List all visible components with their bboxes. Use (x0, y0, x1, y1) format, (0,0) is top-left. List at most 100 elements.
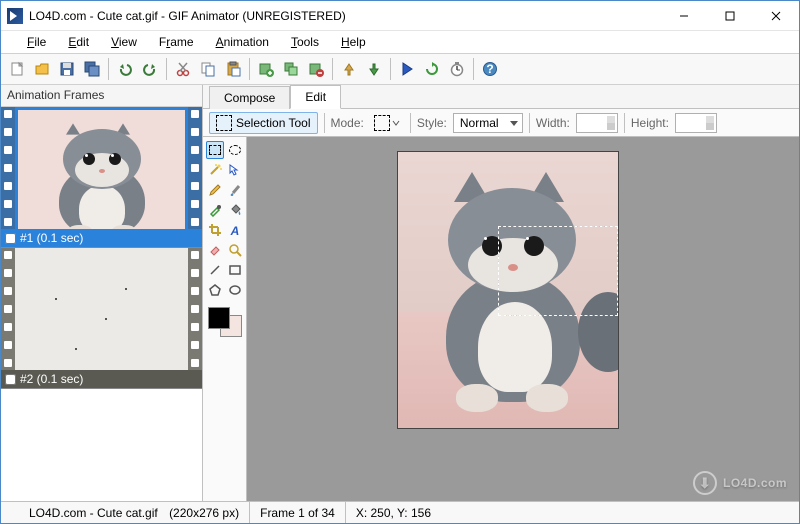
width-label: Width: (536, 116, 570, 130)
selection-tool-button[interactable]: Selection Tool (209, 112, 318, 134)
open-icon[interactable] (30, 57, 54, 81)
move-up-icon[interactable] (337, 57, 361, 81)
foreground-color[interactable] (208, 307, 230, 329)
add-frame-icon[interactable] (254, 57, 278, 81)
menu-view[interactable]: View (103, 33, 145, 51)
color-swatch[interactable] (208, 307, 242, 337)
titlebar: LO4D.com - Cute cat.gif - GIF Animator (… (1, 1, 799, 31)
svg-text:?: ? (486, 62, 493, 76)
filmstrip-icon (188, 248, 202, 388)
tool-options-bar: Selection Tool Mode: Style: Normal Width… (203, 109, 799, 137)
download-icon: ⬇ (693, 471, 717, 495)
maximize-button[interactable] (707, 1, 753, 30)
move-tool[interactable] (226, 161, 244, 179)
brush-tool[interactable] (226, 181, 244, 199)
app-window: LO4D.com - Cute cat.gif - GIF Animator (… (0, 0, 800, 524)
canvas-image[interactable] (397, 151, 619, 429)
frames-panel-header: Animation Frames (1, 85, 202, 107)
crop-tool[interactable] (206, 221, 224, 239)
frames-list[interactable]: #1 (0.1 sec) (1, 107, 202, 501)
redo-icon[interactable] (138, 57, 162, 81)
frame-thumbnail-1[interactable]: #1 (0.1 sec) (1, 107, 202, 248)
statusbar: LO4D.com - Cute cat.gif (220x276 px) Fra… (1, 501, 799, 523)
magic-wand-tool[interactable] (206, 161, 224, 179)
watermark: ⬇ LO4D.com (693, 471, 787, 495)
frame-image (15, 107, 188, 247)
status-frame: Frame 1 of 34 (250, 502, 346, 523)
copy-icon[interactable] (196, 57, 220, 81)
delete-frame-icon[interactable] (304, 57, 328, 81)
pencil-tool[interactable] (206, 181, 224, 199)
main-toolbar: ? (1, 53, 799, 85)
frame-image (15, 248, 188, 388)
app-icon (11, 506, 25, 520)
duplicate-frame-icon[interactable] (279, 57, 303, 81)
width-input[interactable] (576, 113, 618, 133)
timing-icon[interactable] (445, 57, 469, 81)
menu-tools[interactable]: Tools (283, 33, 327, 51)
menubar: File Edit View Frame Animation Tools Hel… (1, 31, 799, 53)
polygon-tool[interactable] (206, 281, 224, 299)
eyedropper-tool[interactable] (206, 201, 224, 219)
frame-label: #2 (0.1 sec) (1, 370, 202, 388)
mode-replace-icon (374, 115, 390, 131)
frames-panel: Animation Frames (1, 85, 203, 501)
editor-tabs: Compose Edit (203, 85, 799, 109)
save-icon[interactable] (55, 57, 79, 81)
frame-label-text: #1 (0.1 sec) (20, 231, 83, 245)
frame-label-text: #2 (0.1 sec) (20, 372, 83, 386)
paste-icon[interactable] (221, 57, 245, 81)
minimize-button[interactable] (661, 1, 707, 30)
line-tool[interactable] (206, 261, 224, 279)
menu-animation[interactable]: Animation (208, 33, 277, 51)
select-ellipse-tool[interactable] (226, 141, 244, 159)
new-icon[interactable] (5, 57, 29, 81)
frame-checkbox[interactable] (5, 233, 16, 244)
frame-thumbnail-2[interactable]: #2 (0.1 sec) (1, 248, 202, 389)
frame-checkbox[interactable] (5, 374, 16, 385)
zoom-tool[interactable] (226, 241, 244, 259)
status-file: LO4D.com - Cute cat.gif (220x276 px) (1, 502, 250, 523)
help-icon[interactable]: ? (478, 57, 502, 81)
ellipse-shape-tool[interactable] (226, 281, 244, 299)
menu-frame[interactable]: Frame (151, 33, 202, 51)
height-input[interactable] (675, 113, 717, 133)
cut-icon[interactable] (171, 57, 195, 81)
filmstrip-icon (1, 107, 15, 247)
selection-tool-label: Selection Tool (236, 116, 311, 130)
height-label: Height: (631, 116, 669, 130)
filmstrip-icon (188, 107, 202, 247)
undo-icon[interactable] (113, 57, 137, 81)
text-tool[interactable]: A (226, 221, 244, 239)
rect-shape-tool[interactable] (226, 261, 244, 279)
tab-edit[interactable]: Edit (290, 85, 341, 109)
move-down-icon[interactable] (362, 57, 386, 81)
tab-compose[interactable]: Compose (209, 86, 290, 109)
style-dropdown[interactable]: Normal (453, 113, 523, 133)
canvas[interactable]: ⬇ LO4D.com (247, 137, 799, 501)
editor-panel: Compose Edit Selection Tool Mode: Style:… (203, 85, 799, 501)
menu-help[interactable]: Help (333, 33, 374, 51)
filmstrip-icon (1, 248, 15, 388)
menu-file[interactable]: File (19, 33, 54, 51)
close-button[interactable] (753, 1, 799, 30)
menu-edit[interactable]: Edit (60, 33, 97, 51)
play-icon[interactable] (395, 57, 419, 81)
mode-label: Mode: (331, 116, 364, 130)
svg-text:A: A (229, 224, 239, 237)
select-rect-icon (216, 115, 232, 131)
loop-icon[interactable] (420, 57, 444, 81)
window-title: LO4D.com - Cute cat.gif - GIF Animator (… (29, 9, 661, 23)
eraser-tool[interactable] (206, 241, 224, 259)
chevron-down-icon (392, 119, 400, 127)
bucket-tool[interactable] (226, 201, 244, 219)
app-icon (7, 8, 23, 24)
toolbox: A (203, 137, 247, 501)
selection-marquee[interactable] (498, 226, 618, 316)
status-coords: X: 250, Y: 156 (346, 502, 441, 523)
frame-label: #1 (0.1 sec) (1, 229, 202, 247)
save-all-icon[interactable] (80, 57, 104, 81)
selection-mode-dropdown[interactable] (370, 113, 404, 133)
style-label: Style: (417, 116, 447, 130)
select-rect-tool[interactable] (206, 141, 224, 159)
